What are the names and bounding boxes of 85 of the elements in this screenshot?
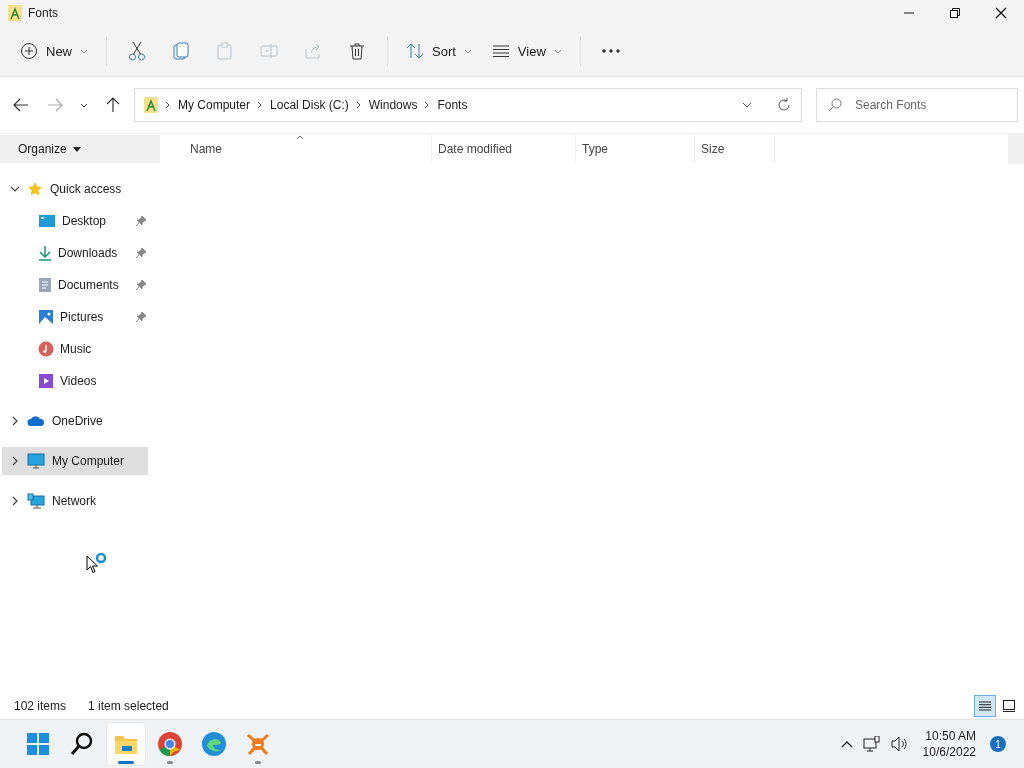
video-icon: [38, 373, 54, 389]
navigation-item[interactable]: Pictures: [2, 303, 148, 331]
network-status-icon[interactable]: [862, 736, 881, 752]
splat-icon: [245, 731, 271, 757]
up-arrow-icon: [106, 97, 120, 113]
navigation-item[interactable]: OneDrive: [2, 407, 148, 435]
swirl-browser-icon: [201, 731, 227, 757]
font-folder-icon: [144, 97, 158, 113]
window-title: Fonts: [28, 6, 58, 20]
navigation-item[interactable]: Videos: [2, 367, 148, 395]
sort-ascending-icon: [295, 135, 304, 140]
navigation-item[interactable]: Quick access: [2, 175, 148, 203]
item-count: 102 items: [14, 699, 67, 713]
organize-menu-button[interactable]: Organize: [0, 135, 160, 163]
search-field[interactable]: Search Fonts: [816, 88, 1018, 122]
speaker-icon[interactable]: [890, 736, 909, 752]
music-note-icon: [38, 341, 54, 357]
chevron-right-icon[interactable]: [165, 101, 171, 109]
scissors-icon: [128, 41, 146, 61]
chevron-down-icon[interactable]: [10, 184, 20, 194]
refresh-icon[interactable]: [777, 98, 791, 112]
details-view-button[interactable]: [974, 695, 996, 717]
chevron-right-icon[interactable]: [257, 101, 264, 109]
column-header[interactable]: Type: [576, 135, 695, 163]
navigation-item[interactable]: Network: [2, 487, 148, 515]
left-arrow-icon: [13, 97, 29, 113]
search-icon: [69, 731, 95, 757]
caret-down-icon: [80, 48, 88, 54]
caret-down-icon: [80, 102, 88, 108]
chevron-right-icon[interactable]: [10, 496, 20, 506]
download-arrow-icon: [38, 245, 52, 261]
column-header[interactable]: Size: [695, 135, 775, 163]
copy-icon: [173, 42, 189, 60]
chevron-right-icon[interactable]: [10, 456, 20, 466]
caret-up-icon[interactable]: [840, 740, 853, 748]
right-arrow-icon: [47, 97, 63, 113]
lines-icon: [491, 44, 510, 58]
document-icon: [38, 277, 52, 293]
plus-icon: [20, 42, 38, 60]
clipboard-icon: [217, 42, 233, 60]
caret-down-icon: [463, 48, 472, 54]
trash-icon: [349, 42, 365, 60]
selection-count: 1 item selected: [88, 699, 169, 713]
cloud-icon: [27, 415, 45, 427]
caret-down-icon: [72, 146, 81, 152]
navigation-item[interactable]: Music: [2, 335, 148, 363]
list-lines-icon: [979, 701, 991, 711]
new-menu-button[interactable]: New: [12, 34, 96, 68]
desktop-icon: [38, 214, 56, 228]
sort-arrows-icon: [406, 42, 424, 60]
caret-down-icon: [553, 48, 562, 54]
rename-icon: [260, 43, 278, 59]
notification-badge[interactable]: 1: [990, 736, 1006, 752]
clock-time[interactable]: 10:50 AM: [925, 728, 976, 744]
restore-icon: [950, 8, 960, 18]
network-icon: [27, 493, 45, 509]
breadcrumb-link[interactable]: Fonts: [437, 98, 468, 112]
dropdown-icon[interactable]: [742, 102, 752, 108]
search-icon: [828, 98, 842, 112]
share-icon: [304, 43, 322, 59]
navigation-item[interactable]: Documents: [2, 271, 148, 299]
column-header[interactable]: Name: [160, 135, 432, 163]
close-icon: [995, 7, 1007, 19]
column-header[interactable]: Date modified: [432, 135, 576, 163]
clock-date[interactable]: 10/6/2022: [922, 744, 976, 760]
chevron-right-icon[interactable]: [10, 416, 20, 426]
sort-menu-button[interactable]: Sort: [398, 34, 480, 68]
address-bar[interactable]: My Computer Local Disk (C:) Windows Fonts: [134, 88, 802, 122]
view-menu-button[interactable]: View: [483, 34, 570, 68]
start-logo-icon: [25, 731, 51, 757]
round-browser-icon: [157, 731, 183, 757]
tile-window-icon: [1003, 700, 1015, 712]
font-folder-icon: [8, 5, 22, 21]
picture-icon: [38, 309, 54, 325]
breadcrumb-link[interactable]: Windows: [368, 98, 418, 112]
navigation-item[interactable]: My Computer: [2, 447, 148, 475]
star-icon: [27, 181, 43, 197]
chevron-right-icon[interactable]: [355, 101, 362, 109]
breadcrumb-link[interactable]: Local Disk (C:): [270, 98, 349, 112]
chevron-right-icon[interactable]: [424, 101, 431, 109]
more-icon: [601, 49, 620, 53]
breadcrumb-link[interactable]: My Computer: [178, 98, 251, 112]
navigation-item[interactable]: Desktop: [2, 207, 148, 235]
navigation-item[interactable]: Downloads: [2, 239, 148, 267]
monitor-icon: [27, 453, 45, 469]
